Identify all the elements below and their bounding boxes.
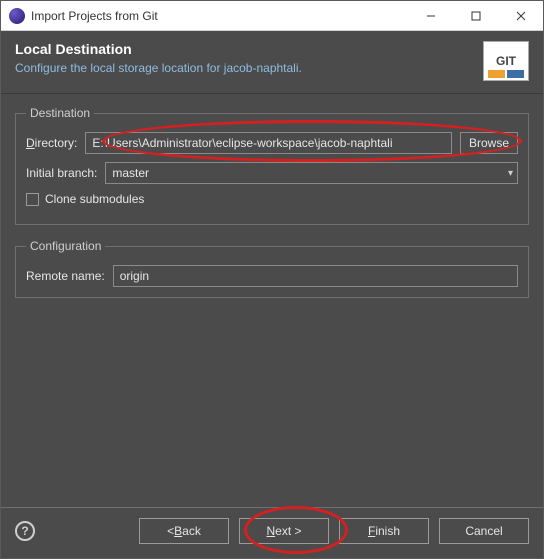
remote-name-label: Remote name: bbox=[26, 269, 105, 283]
eclipse-icon bbox=[9, 8, 25, 24]
clone-submodules-label: Clone submodules bbox=[45, 192, 144, 206]
chevron-down-icon: ▾ bbox=[508, 168, 513, 179]
clone-submodules-checkbox[interactable] bbox=[26, 193, 39, 206]
window-title: Import Projects from Git bbox=[31, 9, 408, 23]
initial-branch-row: Initial branch: master ▾ bbox=[26, 162, 518, 184]
wizard-buttons: ? < Back Next > Finish Cancel bbox=[1, 507, 543, 558]
wizard-header-text: Local Destination Configure the local st… bbox=[15, 41, 302, 75]
destination-legend: Destination bbox=[26, 106, 94, 120]
wizard-header: Local Destination Configure the local st… bbox=[1, 31, 543, 94]
cancel-button[interactable]: Cancel bbox=[439, 518, 529, 544]
browse-button[interactable]: Browse bbox=[460, 132, 518, 154]
page-title: Local Destination bbox=[15, 41, 302, 57]
finish-button[interactable]: Finish bbox=[339, 518, 429, 544]
back-button[interactable]: < Back bbox=[139, 518, 229, 544]
initial-branch-value: master bbox=[112, 166, 149, 180]
close-button[interactable] bbox=[498, 1, 543, 30]
maximize-icon bbox=[471, 11, 481, 21]
page-subtitle: Configure the local storage location for… bbox=[15, 61, 302, 75]
close-icon bbox=[516, 11, 526, 21]
next-button[interactable]: Next > bbox=[239, 518, 329, 544]
git-badge-icon: GIT bbox=[483, 41, 529, 81]
remote-name-input[interactable] bbox=[113, 265, 518, 287]
git-badge-label: GIT bbox=[496, 54, 516, 68]
initial-branch-select[interactable]: master ▾ bbox=[105, 162, 518, 184]
minimize-button[interactable] bbox=[408, 1, 453, 30]
window-controls bbox=[408, 1, 543, 30]
directory-input[interactable] bbox=[85, 132, 452, 154]
titlebar: Import Projects from Git bbox=[1, 1, 543, 31]
configuration-legend: Configuration bbox=[26, 239, 105, 253]
dialog-window: Import Projects from Git Local Destinati… bbox=[0, 0, 544, 559]
destination-group: Destination Directory: Browse Initial br… bbox=[15, 106, 529, 225]
initial-branch-label: Initial branch: bbox=[26, 166, 97, 180]
clone-submodules-row: Clone submodules bbox=[26, 192, 518, 206]
directory-row: Directory: Browse bbox=[26, 132, 518, 154]
help-icon[interactable]: ? bbox=[15, 521, 35, 541]
configuration-group: Configuration Remote name: bbox=[15, 239, 529, 298]
remote-name-row: Remote name: bbox=[26, 265, 518, 287]
minimize-icon bbox=[426, 11, 436, 21]
directory-label: Directory: bbox=[26, 136, 77, 150]
wizard-body: Destination Directory: Browse Initial br… bbox=[1, 94, 543, 507]
maximize-button[interactable] bbox=[453, 1, 498, 30]
